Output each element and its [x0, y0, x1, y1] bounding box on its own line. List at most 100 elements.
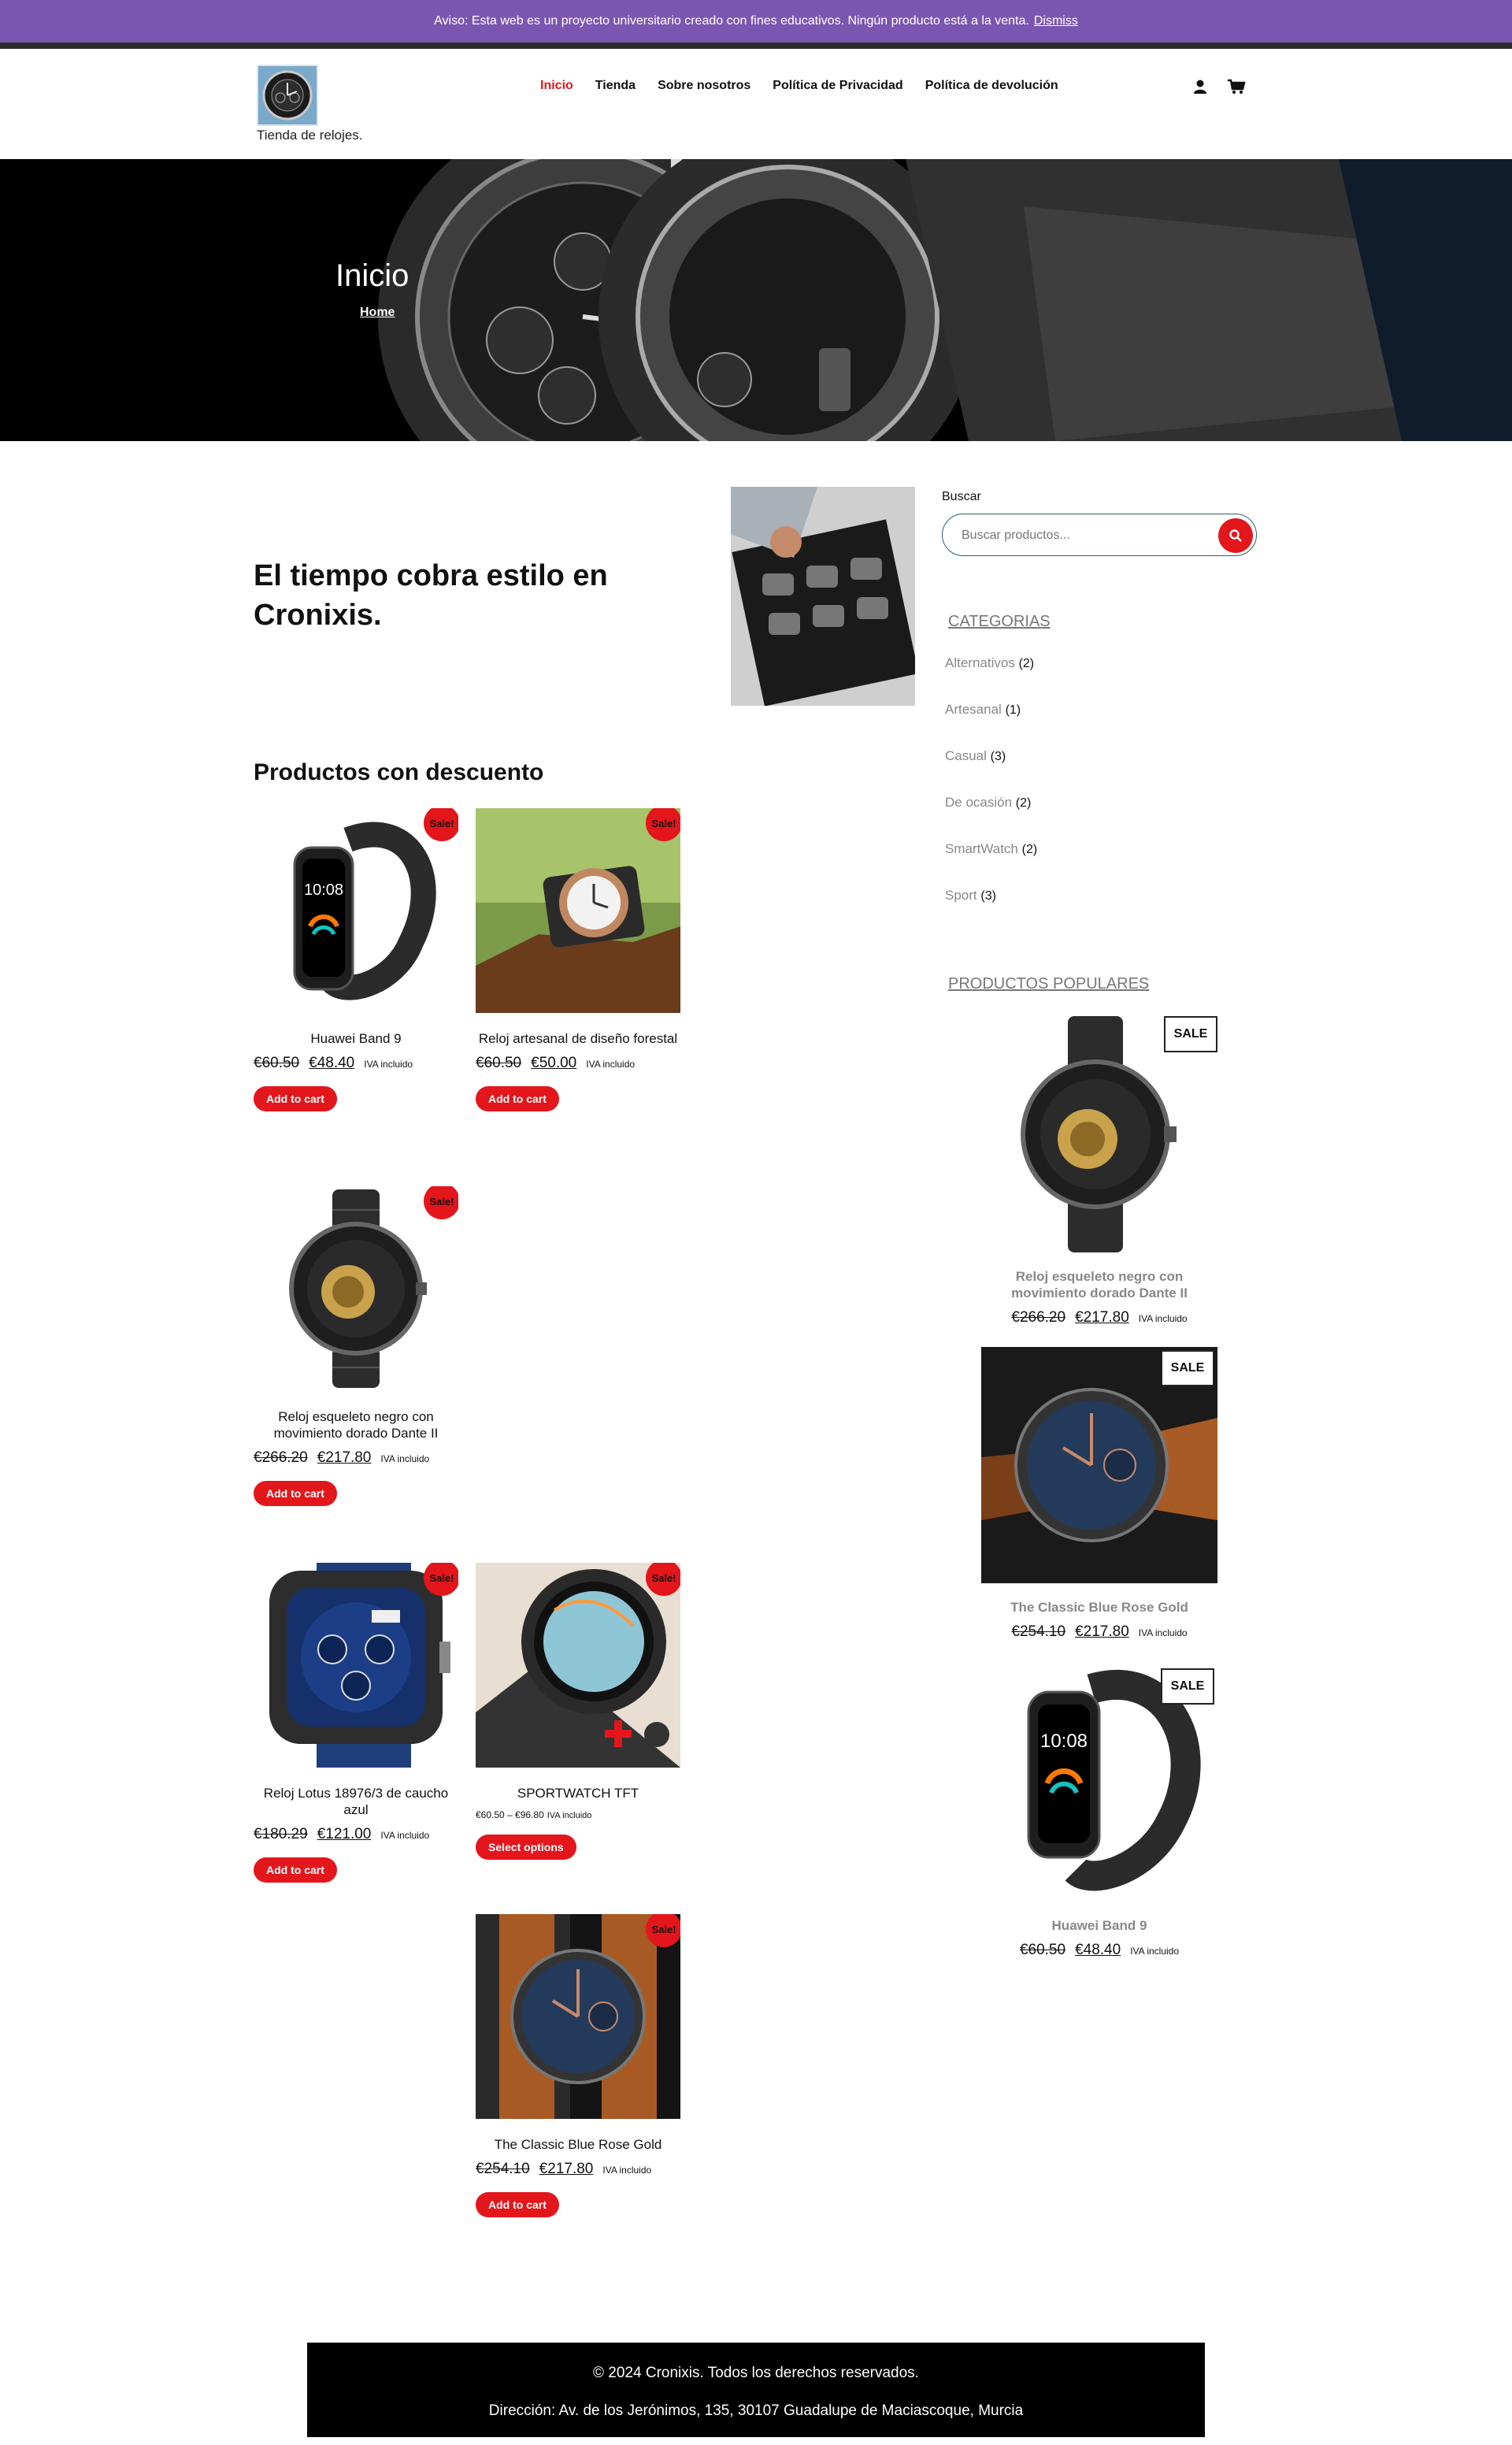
- add-to-cart-button[interactable]: Add to cart: [254, 1481, 337, 1506]
- price-tax: IVA incluido: [547, 1811, 592, 1820]
- search-button[interactable]: [1218, 518, 1253, 553]
- popular-product-image[interactable]: SALE: [981, 1347, 1217, 1583]
- product-search: [942, 514, 1257, 556]
- add-to-cart-button[interactable]: Add to cart: [476, 1086, 559, 1111]
- category-name[interactable]: Alternativos: [945, 655, 1015, 670]
- nav-item-tienda[interactable]: Tienda: [595, 79, 636, 93]
- price-new: €48.40: [1075, 1942, 1121, 1958]
- site-logo[interactable]: [257, 65, 318, 126]
- product-image[interactable]: Sale!: [254, 1563, 458, 1768]
- hero-watch-image: [0, 159, 1512, 441]
- popular-product: SALE Reloj esqueleto negro con movimient…: [981, 1016, 1217, 1326]
- price-old: €254.10: [476, 2161, 530, 2177]
- category-name[interactable]: SmartWatch: [945, 841, 1018, 856]
- popular-product-name[interactable]: Huawei Band 9: [981, 1917, 1217, 1934]
- category-name[interactable]: Sport: [945, 888, 977, 903]
- popular-product: 10:08 SALE Huawei Band 9 €60.50 €48.40 I…: [981, 1665, 1217, 1959]
- dismiss-link[interactable]: Dismiss: [1034, 14, 1078, 28]
- category-item[interactable]: De ocasión (2): [945, 795, 1031, 811]
- breadcrumb-home[interactable]: Home: [360, 306, 395, 320]
- site-tagline: Tienda de relojes.: [257, 128, 363, 143]
- product-name[interactable]: SPORTWATCH TFT: [476, 1785, 680, 1801]
- add-to-cart-button[interactable]: Add to cart: [254, 1857, 337, 1883]
- select-options-button[interactable]: Select options: [476, 1835, 576, 1860]
- wooden-watch-photo: [476, 808, 680, 1013]
- price-new: €217.80: [539, 2161, 594, 2177]
- add-to-cart-button[interactable]: Add to cart: [254, 1086, 337, 1111]
- product-price: €180.29 €121.00 IVA incluido: [254, 1826, 458, 1843]
- category-name[interactable]: De ocasión: [945, 795, 1012, 810]
- product-card: Sale! Reloj Lotus 18976/3 de caucho azul…: [254, 1563, 458, 1883]
- add-to-cart-button[interactable]: Add to cart: [476, 2192, 559, 2217]
- sale-badge: Sale!: [424, 1186, 458, 1219]
- sale-tag: SALE: [1161, 1350, 1214, 1386]
- category-count: (2): [1018, 657, 1035, 670]
- price-new: €217.80: [317, 1449, 372, 1466]
- popular-product-image[interactable]: SALE: [981, 1016, 1217, 1252]
- nav-item-devolucion[interactable]: Política de devolución: [925, 79, 1058, 93]
- popular-products-title: PRODUCTOS POPULARES: [948, 975, 1150, 992]
- product-price: €60.50 – €96.80 IVA incluido: [476, 1809, 680, 1820]
- nav-item-privacidad[interactable]: Política de Privacidad: [773, 79, 902, 93]
- product-name[interactable]: The Classic Blue Rose Gold: [476, 2136, 680, 2153]
- product-price: €254.10 €217.80 IVA incluido: [476, 2161, 680, 2178]
- price-old: €254.10: [1011, 1623, 1066, 1640]
- nav-item-inicio[interactable]: Inicio: [540, 79, 573, 93]
- category-count: (2): [1015, 796, 1032, 810]
- sale-badge: Sale!: [646, 808, 680, 841]
- product-card: 10:08 Sale! Huawei Band 9 €60.50 €48.40 …: [254, 808, 458, 1111]
- price-tax: IVA incluido: [364, 1059, 413, 1070]
- sale-tag: SALE: [1161, 1668, 1214, 1705]
- popular-product-price: €266.20 €217.80 IVA incluido: [981, 1309, 1217, 1326]
- sale-badge: Sale!: [424, 1563, 458, 1596]
- product-image[interactable]: Sale!: [254, 1186, 458, 1391]
- category-item[interactable]: Sport (3): [945, 888, 996, 903]
- price-range: €60.50 – €96.80: [476, 1809, 544, 1820]
- search-icon: [1229, 529, 1242, 542]
- popular-product-name[interactable]: The Classic Blue Rose Gold: [981, 1599, 1217, 1616]
- popular-product-image[interactable]: 10:08 SALE: [981, 1665, 1217, 1901]
- price-old: €266.20: [1011, 1309, 1066, 1326]
- svg-text:10:08: 10:08: [304, 881, 343, 899]
- popular-product-name[interactable]: Reloj esqueleto negro con movimiento dor…: [981, 1268, 1217, 1301]
- price-new: €48.40: [309, 1055, 355, 1071]
- user-icon[interactable]: [1192, 79, 1208, 95]
- product-price: €60.50 €48.40 IVA incluido: [254, 1055, 458, 1072]
- price-tax: IVA incluido: [586, 1059, 636, 1070]
- category-item[interactable]: SmartWatch (2): [945, 841, 1037, 857]
- price-tax: IVA incluido: [602, 2165, 652, 2176]
- price-new: €50.00: [531, 1055, 577, 1071]
- category-item[interactable]: Artesanal (1): [945, 702, 1021, 718]
- product-image[interactable]: Sale!: [476, 1914, 680, 2119]
- lotus-watch-photo: [254, 1563, 458, 1768]
- sale-badge: Sale!: [646, 1914, 680, 1947]
- category-name[interactable]: Artesanal: [945, 702, 1002, 717]
- category-name[interactable]: Casual: [945, 748, 987, 763]
- hero-banner: Inicio Home: [0, 159, 1512, 441]
- search-input[interactable]: [962, 525, 1214, 546]
- category-count: (3): [990, 750, 1006, 763]
- product-name[interactable]: Reloj Lotus 18976/3 de caucho azul: [254, 1785, 458, 1818]
- notice-divider: [0, 43, 1512, 49]
- nav-item-sobre-nosotros[interactable]: Sobre nosotros: [658, 79, 750, 93]
- price-old: €60.50: [1019, 1942, 1066, 1958]
- smart-band-icon: 10:08: [254, 808, 458, 1013]
- product-name[interactable]: Reloj artesanal de diseño forestal: [476, 1030, 680, 1047]
- category-count: (1): [1005, 703, 1021, 717]
- product-image[interactable]: Sale!: [476, 808, 680, 1013]
- product-name[interactable]: Huawei Band 9: [254, 1030, 458, 1047]
- cart-icon[interactable]: [1227, 79, 1246, 95]
- footer-address: Dirección: Av. de los Jerónimos, 135, 30…: [488, 2402, 1024, 2419]
- sale-badge: Sale!: [424, 808, 458, 841]
- price-old: €60.50: [476, 1055, 522, 1071]
- product-image[interactable]: Sale!: [476, 1563, 680, 1768]
- product-image[interactable]: 10:08 Sale!: [254, 808, 458, 1013]
- category-item[interactable]: Casual (3): [945, 748, 1006, 764]
- product-name[interactable]: Reloj esqueleto negro con movimiento dor…: [254, 1408, 458, 1441]
- popular-product: SALE The Classic Blue Rose Gold €254.10 …: [981, 1347, 1217, 1641]
- price-tax: IVA incluido: [380, 1830, 430, 1841]
- page-headline: El tiempo cobra estilo en Cronixis.: [254, 559, 608, 632]
- popular-product-price: €254.10 €217.80 IVA incluido: [981, 1623, 1217, 1641]
- categories-title: CATEGORIAS: [948, 613, 1051, 630]
- category-item[interactable]: Alternativos (2): [945, 655, 1034, 671]
